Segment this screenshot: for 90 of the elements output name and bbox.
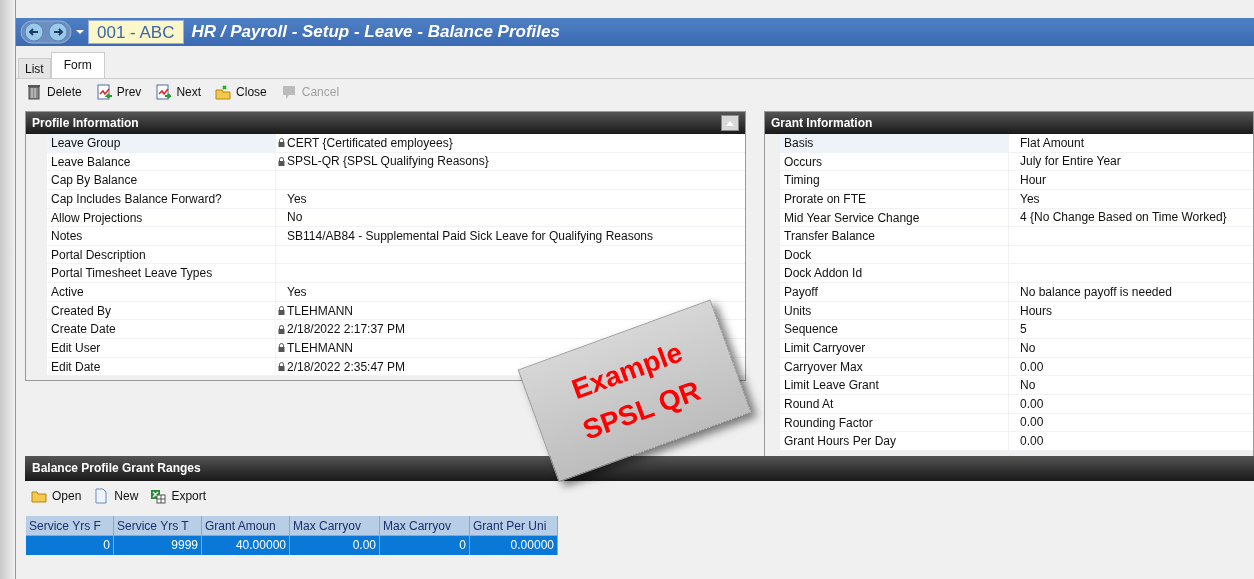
field-value: CERT {Certificated employees} bbox=[287, 134, 453, 152]
table-cell: 9999 bbox=[114, 536, 202, 555]
toolbar-button[interactable]: Close bbox=[215, 81, 267, 103]
column-header[interactable]: Max Carryov bbox=[380, 516, 470, 536]
toolbar-button[interactable]: New bbox=[93, 485, 139, 507]
tab[interactable]: Form bbox=[50, 52, 105, 78]
field-label: Basis bbox=[780, 134, 1008, 152]
field-label: Create Date bbox=[50, 321, 117, 339]
field-label: Mid Year Service Change bbox=[783, 209, 921, 227]
field-label: Payoff bbox=[783, 284, 819, 301]
tab[interactable]: List bbox=[18, 58, 51, 78]
field-label: Allow Projections bbox=[50, 209, 144, 227]
folder-icon bbox=[31, 488, 47, 504]
panel-title: Profile Information bbox=[32, 115, 139, 132]
field-value: July for Entire Year bbox=[1020, 153, 1121, 171]
field-value: Yes bbox=[1020, 190, 1040, 208]
field-value: 0.00 bbox=[1020, 358, 1044, 376]
caret-up-icon bbox=[726, 120, 734, 126]
spreadsheet-icon bbox=[150, 488, 167, 504]
field-label: Cap Includes Balance Forward? bbox=[50, 190, 223, 208]
field-label: Leave Group bbox=[47, 134, 275, 152]
field-label: Created By bbox=[50, 302, 113, 320]
field-value: SB114/AB84 - Supplemental Paid Sick Leave for Qualifying Reasons bbox=[287, 228, 653, 246]
field-label: Active bbox=[50, 284, 85, 301]
field-label: Dock bbox=[783, 246, 813, 264]
field-value: No bbox=[1020, 377, 1036, 395]
collapse-button[interactable] bbox=[721, 115, 739, 131]
field-value: Hours bbox=[1020, 302, 1052, 320]
panel-title: Grant Information bbox=[771, 115, 873, 132]
dropdown-caret-icon[interactable] bbox=[76, 29, 84, 35]
table-cell: 0.00000 bbox=[470, 536, 558, 555]
page-icon bbox=[93, 488, 110, 504]
column-header[interactable]: Service Yrs T bbox=[114, 516, 202, 536]
field-label: Portal Description bbox=[50, 246, 147, 264]
field-label: Round At bbox=[783, 395, 835, 413]
field-label: Prorate on FTE bbox=[783, 190, 868, 208]
field-label: Units bbox=[783, 302, 813, 320]
column-header[interactable]: Grant Amoun bbox=[202, 516, 290, 536]
back-forward-icon[interactable] bbox=[20, 20, 72, 44]
column-header[interactable]: Grant Per Uni bbox=[470, 516, 558, 536]
field-label: Rounding Factor bbox=[783, 414, 874, 432]
folder-arrow-icon bbox=[215, 84, 232, 100]
table-cell: 0.00 bbox=[290, 536, 380, 555]
toolbar-button[interactable]: Next bbox=[155, 81, 202, 103]
field-label: Dock Addon Id bbox=[783, 265, 864, 283]
field-value: 5 bbox=[1020, 321, 1027, 339]
field-value: 4 {No Change Based on Time Worked} bbox=[1020, 209, 1227, 227]
field-label: Leave Balance bbox=[50, 153, 132, 171]
field-label: Edit Date bbox=[50, 358, 102, 376]
field-value: TLEHMANN bbox=[287, 302, 353, 320]
field-label: Notes bbox=[50, 228, 84, 245]
toolbar-button[interactable]: Delete bbox=[26, 81, 82, 103]
trash-icon bbox=[26, 84, 42, 100]
field-value: 0.00 bbox=[1020, 395, 1044, 413]
field-value: 0.00 bbox=[1020, 433, 1044, 451]
field-value: No bbox=[287, 209, 303, 227]
field-value: Yes bbox=[287, 283, 307, 301]
field-label: Timing bbox=[783, 172, 821, 189]
field-value: Hour bbox=[1020, 172, 1046, 190]
field-value: Flat Amount bbox=[1020, 134, 1085, 152]
table-cell: 0 bbox=[26, 536, 114, 555]
column-header[interactable]: Service Yrs F bbox=[26, 516, 114, 536]
field-value: TLEHMANN bbox=[287, 339, 353, 357]
column-header[interactable]: Max Carryov bbox=[290, 516, 380, 536]
field-label: Grant Hours Per Day bbox=[783, 433, 898, 450]
field-value: SPSL-QR {SPSL Qualifying Reasons} bbox=[287, 153, 489, 171]
toolbar-button[interactable]: Export bbox=[150, 485, 207, 507]
toolbar-button[interactable]: Prev bbox=[95, 81, 142, 103]
field-value: No balance payoff is needed bbox=[1020, 283, 1172, 301]
field-label: Limit Carryover bbox=[783, 340, 867, 357]
field-label: Occurs bbox=[783, 153, 823, 171]
field-label: Cap By Balance bbox=[50, 172, 139, 189]
table-cell: 0 bbox=[380, 536, 470, 555]
field-label: Transfer Balance bbox=[783, 228, 876, 245]
toolbar-button[interactable]: Open bbox=[31, 485, 82, 507]
field-value: No bbox=[1020, 339, 1036, 357]
company-code[interactable]: 001 - ABC bbox=[88, 20, 184, 44]
field-label: Limit Leave Grant bbox=[783, 377, 880, 394]
table-cell: 40.00000 bbox=[202, 536, 290, 555]
field-label: Sequence bbox=[783, 321, 840, 339]
section-header: Balance Profile Grant Ranges bbox=[25, 456, 1254, 481]
window-title: HR / Payroll - Setup - Leave - Balance Profiles bbox=[191, 21, 560, 44]
field-value: Yes bbox=[287, 190, 307, 208]
field-value: 2/18/2022 2:17:37 PM bbox=[287, 321, 406, 339]
field-label: Portal Timesheet Leave Types bbox=[50, 265, 214, 283]
field-value: 0.00 bbox=[1020, 414, 1044, 432]
speech-bubble-icon bbox=[280, 84, 297, 100]
field-value: 2/18/2022 2:35:47 PM bbox=[287, 358, 406, 376]
field-label: Carryover Max bbox=[783, 358, 864, 376]
field-label: Edit User bbox=[50, 340, 102, 357]
